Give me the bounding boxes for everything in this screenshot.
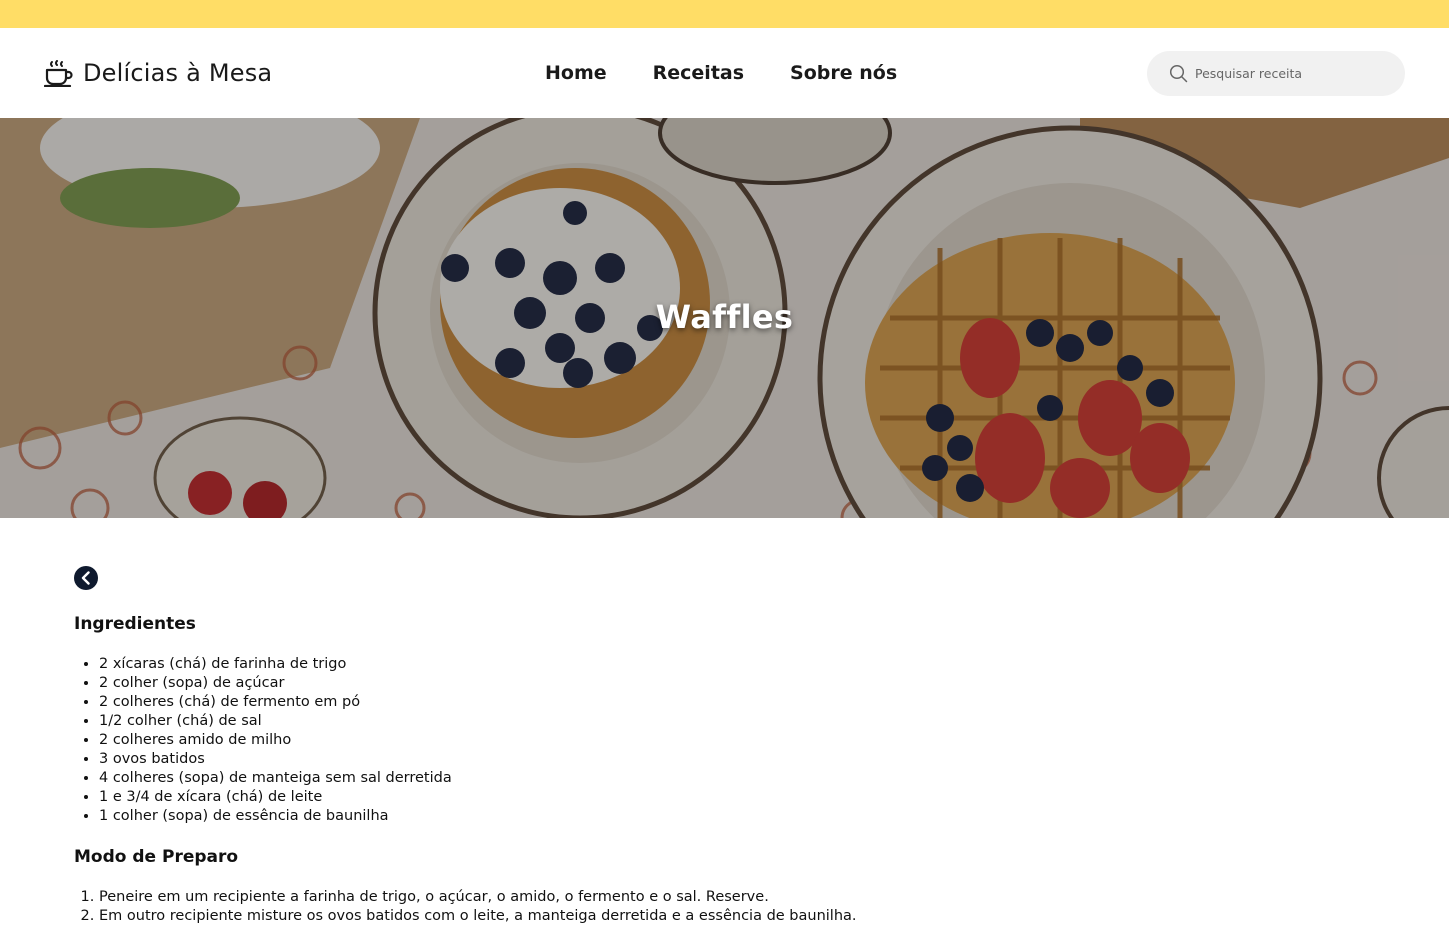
preparation-steps: Peneire em um recipiente a farinha de tr… <box>74 888 974 926</box>
ingredient-item: 1 colher (sopa) de essência de baunilha <box>99 807 974 826</box>
ingredients-title: Ingredientes <box>74 614 196 634</box>
preparation-title: Modo de Preparo <box>74 847 239 867</box>
preparation-step: Peneire em um recipiente a farinha de tr… <box>99 888 974 907</box>
ingredient-item: 4 colheres (sopa) de manteiga sem sal de… <box>99 769 974 788</box>
ingredient-item: 3 ovos batidos <box>99 750 974 769</box>
ingredient-item: 2 colher (sopa) de açúcar <box>99 674 974 693</box>
ingredient-item: 1/2 colher (chá) de sal <box>99 712 974 731</box>
ingredient-item: 2 colheres amido de milho <box>99 731 974 750</box>
navbar: Delícias à Mesa Home Receitas Sobre nós <box>0 28 1449 118</box>
ingredient-item: 2 colheres (chá) de fermento em pó <box>99 693 974 712</box>
ingredient-item: 1 e 3/4 de xícara (chá) de leite <box>99 788 974 807</box>
recipe-content: Ingredientes 2 xícaras (chá) de farinha … <box>74 566 974 926</box>
chevron-left-icon <box>81 571 90 585</box>
coffee-cup-icon <box>44 59 73 87</box>
back-button[interactable] <box>74 566 98 590</box>
main-nav: Home Receitas Sobre nós <box>545 60 897 86</box>
search-box[interactable] <box>1147 51 1405 96</box>
nav-item-sobre-nos[interactable]: Sobre nós <box>790 62 897 84</box>
recipe-title: Waffles <box>655 298 794 336</box>
top-announcement-strip <box>0 0 1449 28</box>
ingredient-item: 2 xícaras (chá) de farinha de trigo <box>99 655 974 674</box>
brand-name: Delícias à Mesa <box>83 59 273 87</box>
nav-item-home[interactable]: Home <box>545 62 607 84</box>
brand-logo[interactable]: Delícias à Mesa <box>44 56 272 90</box>
search-icon[interactable] <box>1169 64 1188 83</box>
ingredients-list: 2 xícaras (chá) de farinha de trigo 2 co… <box>74 655 974 826</box>
search-input[interactable] <box>1195 66 1395 81</box>
nav-item-receitas[interactable]: Receitas <box>653 62 744 84</box>
hero-banner: Waffles <box>0 118 1449 518</box>
